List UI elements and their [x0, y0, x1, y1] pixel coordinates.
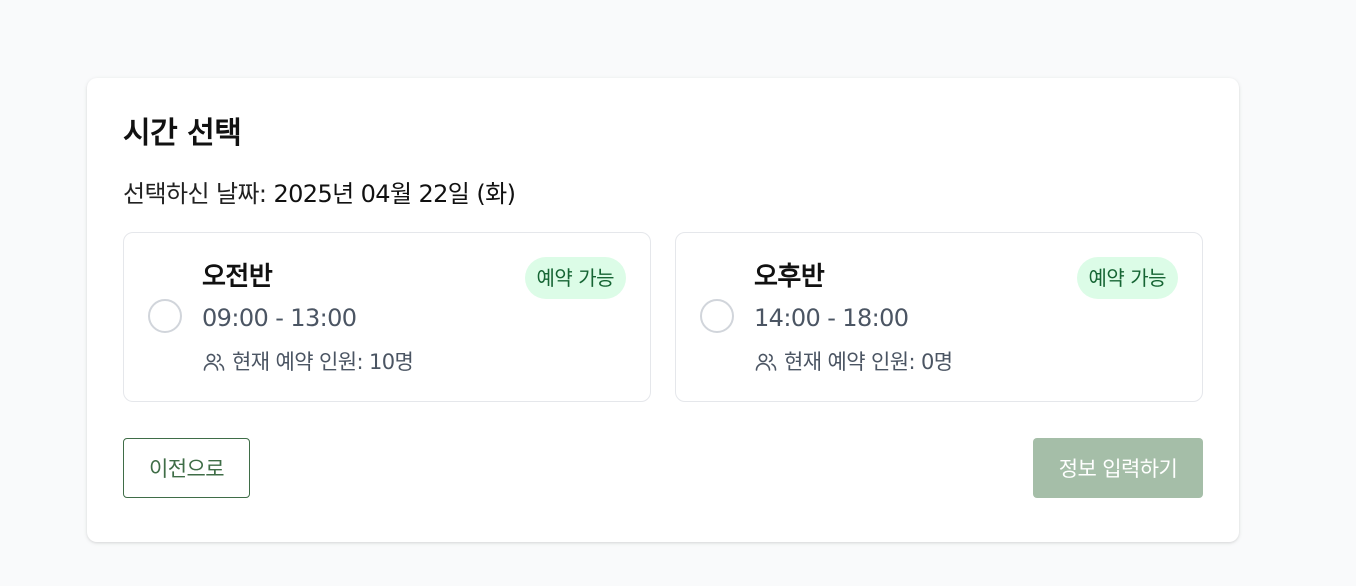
time-slot-list: 오전반 09:00 - 13:00 현재 예약 인원: 10명 예약 가능 오후…	[123, 232, 1203, 402]
status-badge: 예약 가능	[524, 257, 626, 299]
time-selection-card: 시간 선택 선택하신 날짜: 2025년 04월 22일 (화) 오전반 09:…	[87, 78, 1239, 542]
action-bar: 이전으로 정보 입력하기	[123, 438, 1203, 498]
status-badge: 예약 가능	[1076, 257, 1178, 299]
previous-button[interactable]: 이전으로	[123, 438, 250, 498]
selected-date-value: 2025년 04월 22일 (화)	[273, 180, 516, 208]
page-title: 시간 선택	[123, 116, 242, 151]
slot-radio[interactable]	[148, 299, 182, 333]
enter-info-button[interactable]: 정보 입력하기	[1033, 438, 1203, 498]
selected-date-label: 선택하신 날짜:	[123, 180, 274, 208]
slot-reservation-count: 현재 예약 인원: 10명	[202, 347, 414, 377]
slot-reservation-count-text: 현재 예약 인원: 0명	[784, 350, 953, 374]
slot-reservation-count-text: 현재 예약 인원: 10명	[232, 350, 414, 374]
slot-name: 오후반	[754, 262, 825, 292]
users-icon	[754, 350, 778, 374]
selected-date: 선택하신 날짜: 2025년 04월 22일 (화)	[123, 178, 1203, 210]
users-icon	[202, 350, 226, 374]
slot-time: 14:00 - 18:00	[754, 304, 909, 332]
slot-name: 오전반	[202, 262, 273, 292]
slot-time: 09:00 - 13:00	[202, 304, 357, 332]
time-slot-morning[interactable]: 오전반 09:00 - 13:00 현재 예약 인원: 10명 예약 가능	[123, 232, 651, 402]
time-slot-afternoon[interactable]: 오후반 14:00 - 18:00 현재 예약 인원: 0명 예약 가능	[675, 232, 1203, 402]
slot-reservation-count: 현재 예약 인원: 0명	[754, 347, 953, 377]
slot-radio[interactable]	[700, 299, 734, 333]
